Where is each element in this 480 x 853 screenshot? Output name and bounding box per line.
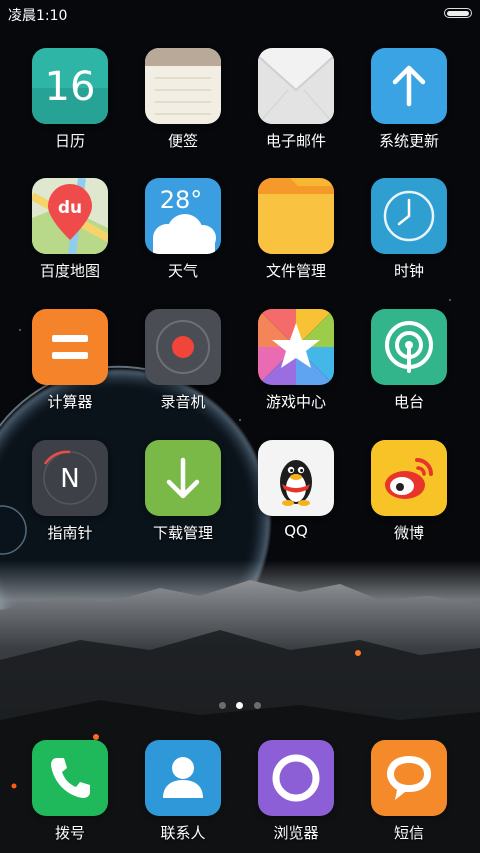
app-label-messages: 短信 [393,824,424,842]
app-weibo[interactable]: 微博 [353,440,465,550]
arrow-up-icon[interactable] [371,48,447,124]
app-label-compass: 指南针 [47,524,93,542]
app-compass[interactable]: N 指南针 [14,440,126,550]
app-label-download-manager: 下载管理 [152,524,213,542]
page-indicator [0,702,480,710]
browser-icon[interactable] [258,740,334,816]
notes-icon[interactable] [145,48,221,124]
chat-bubble-icon[interactable] [371,740,447,816]
compass-icon[interactable]: N [32,440,108,516]
app-label-game-center: 游戏中心 [265,393,326,411]
app-label-radio: 电台 [393,393,424,411]
app-radio[interactable]: 电台 [353,309,465,419]
page-dot-2[interactable] [236,702,243,709]
app-notes[interactable]: 便签 [127,48,239,158]
compass-letter: N [60,464,79,494]
app-label-email: 电子邮件 [265,132,326,150]
phone-icon[interactable] [32,740,108,816]
app-grid: 16 日历 便签 电子邮件 系统更新 du 百度地图 28° 天气 文件管理 时… [0,0,480,853]
record-icon[interactable] [145,309,221,385]
app-system-update[interactable]: 系统更新 [353,48,465,158]
weather-temperature: 28° [160,186,203,214]
envelope-icon[interactable] [258,48,334,124]
app-clock[interactable]: 时钟 [353,178,465,288]
map-pin-icon[interactable]: du [32,178,108,254]
app-download-manager[interactable]: 下载管理 [127,440,239,550]
app-label-browser: 浏览器 [273,824,319,842]
app-label-weibo: 微博 [393,524,424,542]
app-label-baidu-map: 百度地图 [39,262,100,280]
app-label-calculator: 计算器 [47,393,93,411]
app-label-system-update: 系统更新 [378,132,439,150]
app-calculator[interactable]: 计算器 [14,309,126,419]
app-qq[interactable]: QQ [240,440,352,550]
app-file-manager[interactable]: 文件管理 [240,178,352,288]
clock-icon[interactable] [371,178,447,254]
battery-icon [444,8,472,18]
weather-icon[interactable]: 28° [145,178,221,254]
arrow-down-icon[interactable] [145,440,221,516]
baidu-map-logo-text: du [58,198,82,218]
app-label-file-manager: 文件管理 [265,262,326,280]
app-calendar[interactable]: 16 日历 [14,48,126,158]
app-label-phone: 拨号 [54,824,85,842]
person-icon[interactable] [145,740,221,816]
app-label-notes: 便签 [167,132,198,150]
calendar-day: 16 [45,64,96,110]
calendar-icon[interactable]: 16 [32,48,108,124]
app-label-qq: QQ [284,522,308,540]
app-game-center[interactable]: 游戏中心 [240,309,352,419]
app-label-clock: 时钟 [393,262,424,280]
app-recorder[interactable]: 录音机 [127,309,239,419]
weibo-icon[interactable] [371,440,447,516]
app-label-weather: 天气 [167,262,198,280]
equals-icon[interactable] [32,309,108,385]
page-dot-3[interactable] [254,702,261,709]
dock-app-browser[interactable]: 浏览器 [240,740,352,850]
app-email[interactable]: 电子邮件 [240,48,352,158]
app-label-contacts: 联系人 [160,824,206,842]
status-bar: 凌晨1:10 [0,0,480,28]
app-label-calendar: 日历 [54,132,85,150]
app-baidu-map[interactable]: du 百度地图 [14,178,126,288]
radio-icon[interactable] [371,309,447,385]
star-icon[interactable] [258,309,334,385]
status-time: 凌晨1:10 [8,8,68,24]
dock-app-contacts[interactable]: 联系人 [127,740,239,850]
page-dot-1[interactable] [219,702,226,709]
penguin-icon[interactable] [258,440,334,516]
dock-app-messages[interactable]: 短信 [353,740,465,850]
dock-app-phone[interactable]: 拨号 [14,740,126,850]
folder-icon[interactable] [258,178,334,254]
app-weather[interactable]: 28° 天气 [127,178,239,288]
app-label-recorder: 录音机 [160,393,206,411]
